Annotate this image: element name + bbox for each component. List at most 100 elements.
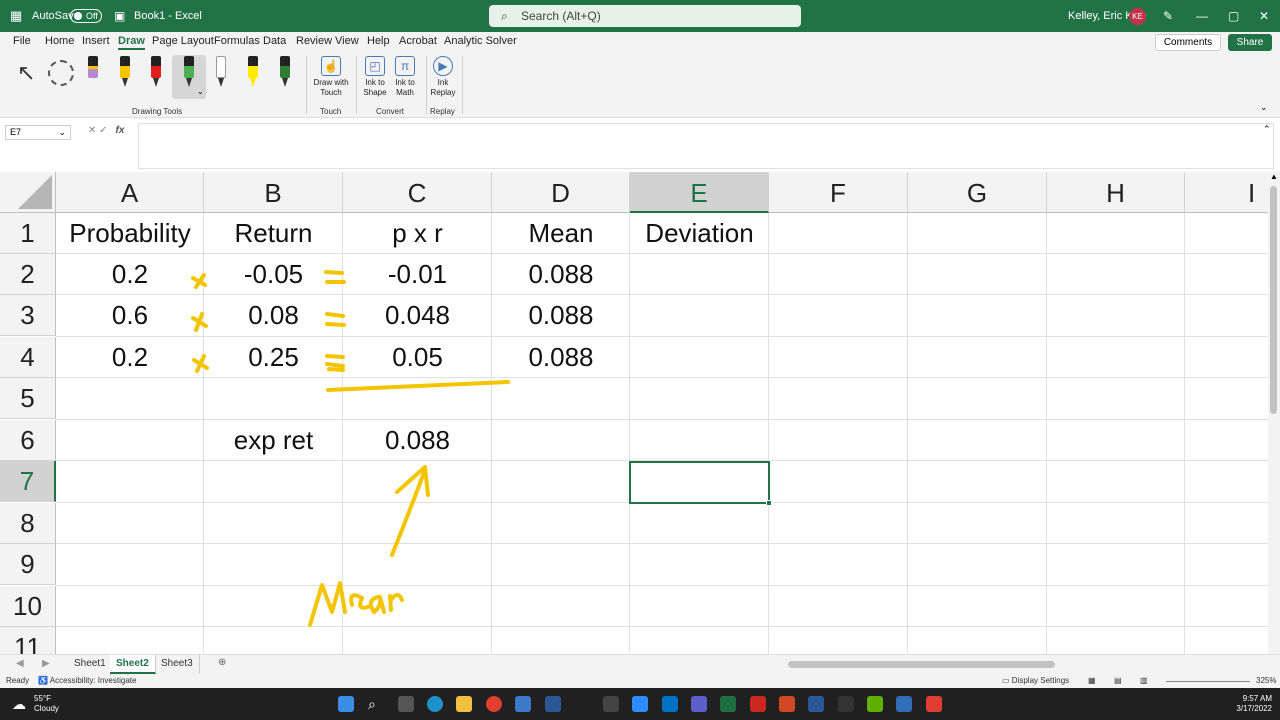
column-header-i[interactable]: I <box>1185 172 1268 213</box>
pencil-black[interactable] <box>211 56 231 92</box>
menu-draw[interactable]: Draw <box>118 35 145 50</box>
search-box[interactable]: ⌕ Search (Alt+Q) <box>489 5 801 27</box>
scroll-up-icon[interactable]: ▲ <box>1270 172 1278 181</box>
cell-c2[interactable]: -0.01 <box>343 254 492 295</box>
pen-purple[interactable] <box>83 56 103 92</box>
column-header-f[interactable]: F <box>769 172 908 213</box>
excel-taskbar-icon[interactable] <box>720 696 736 712</box>
tab-sheet3[interactable]: Sheet3 <box>155 655 200 674</box>
zoom-level[interactable]: 325% <box>1256 674 1276 688</box>
column-header-h[interactable]: H <box>1047 172 1185 213</box>
row-header-10[interactable]: 10 <box>0 586 56 627</box>
menu-review[interactable]: Review <box>296 35 332 47</box>
column-header-a[interactable]: A <box>56 172 204 213</box>
system-clock[interactable]: 9:57 AM 3/17/2022 <box>1232 694 1272 714</box>
word-icon[interactable] <box>808 696 824 712</box>
cell-c3[interactable]: 0.048 <box>343 295 492 336</box>
menu-page-layout[interactable]: Page Layout <box>152 35 214 47</box>
cell-a2[interactable]: 0.2 <box>56 254 204 295</box>
camtasia-icon[interactable] <box>867 696 883 712</box>
name-box[interactable]: E7 ⌄ <box>5 125 71 140</box>
horizontal-scroll-thumb[interactable] <box>788 661 1055 668</box>
chevron-down-icon[interactable]: ⌄ <box>58 126 66 139</box>
maximize-icon[interactable]: ▢ <box>1228 0 1239 32</box>
tab-prev-icon[interactable]: ◀ <box>16 658 24 669</box>
cell-b4[interactable]: 0.25 <box>204 337 343 378</box>
row-header-6[interactable]: 6 <box>0 420 56 461</box>
selected-cell-e7[interactable] <box>629 461 772 506</box>
ink-to-math-button[interactable]: π Ink to Math <box>387 56 423 98</box>
tab-sheet2[interactable]: Sheet2 <box>110 655 156 674</box>
column-header-e[interactable]: E <box>630 172 769 213</box>
ribbon-collapse-icon[interactable]: ⌄ <box>1260 102 1268 113</box>
menu-help[interactable]: Help <box>367 35 390 47</box>
comments-button[interactable]: Comments <box>1155 34 1221 51</box>
row-header-4[interactable]: 4 <box>0 337 56 378</box>
row-header-3[interactable]: 3 <box>0 295 56 336</box>
app-icon[interactable] <box>603 696 619 712</box>
powerpoint-icon[interactable] <box>779 696 795 712</box>
vertical-scroll-thumb[interactable] <box>1270 186 1277 414</box>
pen-darkgreen[interactable] <box>275 56 295 92</box>
menu-file[interactable]: File <box>13 35 31 47</box>
row-header-2[interactable]: 2 <box>0 254 56 295</box>
row-header-9[interactable]: 9 <box>0 544 56 585</box>
page-break-view-icon[interactable]: ▥ <box>1140 674 1148 688</box>
cell-c4[interactable]: 0.05 <box>343 337 492 378</box>
column-header-b[interactable]: B <box>204 172 343 213</box>
acrobat-icon[interactable] <box>750 696 766 712</box>
cell-b2[interactable]: -0.05 <box>204 254 343 295</box>
autosave-toggle[interactable]: Off <box>70 9 102 23</box>
row-header-11[interactable]: 11 <box>0 627 56 654</box>
cell-a1[interactable]: Probability <box>56 213 204 254</box>
draw-with-touch-button[interactable]: ☝ Draw with Touch <box>311 56 351 98</box>
recorder-icon[interactable] <box>926 696 942 712</box>
cell-c6[interactable]: 0.088 <box>343 420 492 461</box>
fill-handle[interactable] <box>766 500 772 506</box>
row-header-1[interactable]: 1 <box>0 213 56 254</box>
menu-insert[interactable]: Insert <box>82 35 110 47</box>
cell-b1[interactable]: Return <box>204 213 343 254</box>
pen-yellow[interactable] <box>115 56 135 92</box>
photos-icon[interactable] <box>896 696 912 712</box>
user-avatar[interactable]: KE <box>1129 8 1146 25</box>
zoom-slider[interactable] <box>1166 681 1250 682</box>
cell-d3[interactable]: 0.088 <box>492 295 630 336</box>
task-view-icon[interactable] <box>398 696 414 712</box>
search-icon[interactable]: ⌕ <box>368 696 384 712</box>
accessibility-status[interactable]: ♿ Accessibility: Investigate <box>38 674 136 688</box>
close-icon[interactable]: ✕ <box>1259 0 1269 32</box>
pen-red[interactable] <box>146 56 166 92</box>
column-header-d[interactable]: D <box>492 172 630 213</box>
mail-icon[interactable] <box>515 696 531 712</box>
column-header-c[interactable]: C <box>343 172 492 213</box>
zoom-app-icon[interactable] <box>632 696 648 712</box>
calculator-icon[interactable] <box>838 696 854 712</box>
cell-e1[interactable]: Deviation <box>630 213 769 254</box>
pen-icon[interactable]: ✎ <box>1163 0 1173 32</box>
cell-a4[interactable]: 0.2 <box>56 337 204 378</box>
teams-icon[interactable] <box>691 696 707 712</box>
display-settings-button[interactable]: ▭ Display Settings <box>1002 674 1069 688</box>
row-header-8[interactable]: 8 <box>0 503 56 544</box>
save-icon[interactable]: ▣ <box>114 0 125 32</box>
chevron-down-icon[interactable]: ⌄ <box>197 87 204 96</box>
formula-input[interactable] <box>138 123 1274 169</box>
menu-acrobat[interactable]: Acrobat <box>399 35 437 47</box>
todo-icon[interactable] <box>545 696 561 712</box>
cell-d4[interactable]: 0.088 <box>492 337 630 378</box>
outlook-icon[interactable] <box>662 696 678 712</box>
highlighter-yellow[interactable] <box>243 56 263 92</box>
tab-next-icon[interactable]: ▶ <box>42 658 50 669</box>
file-explorer-icon[interactable] <box>456 696 472 712</box>
weather-widget[interactable]: 55°F Cloudy <box>34 694 59 714</box>
share-button[interactable]: Share <box>1228 34 1272 51</box>
chrome-icon[interactable] <box>486 696 502 712</box>
minimize-icon[interactable]: — <box>1196 0 1208 32</box>
menu-view[interactable]: View <box>335 35 359 47</box>
cell-b3[interactable]: 0.08 <box>204 295 343 336</box>
cell-c1[interactable]: p x r <box>343 213 492 254</box>
cell-d1[interactable]: Mean <box>492 213 630 254</box>
pen-green-selected[interactable]: ⌄ <box>172 55 206 99</box>
add-sheet-icon[interactable]: ⊕ <box>218 657 226 668</box>
